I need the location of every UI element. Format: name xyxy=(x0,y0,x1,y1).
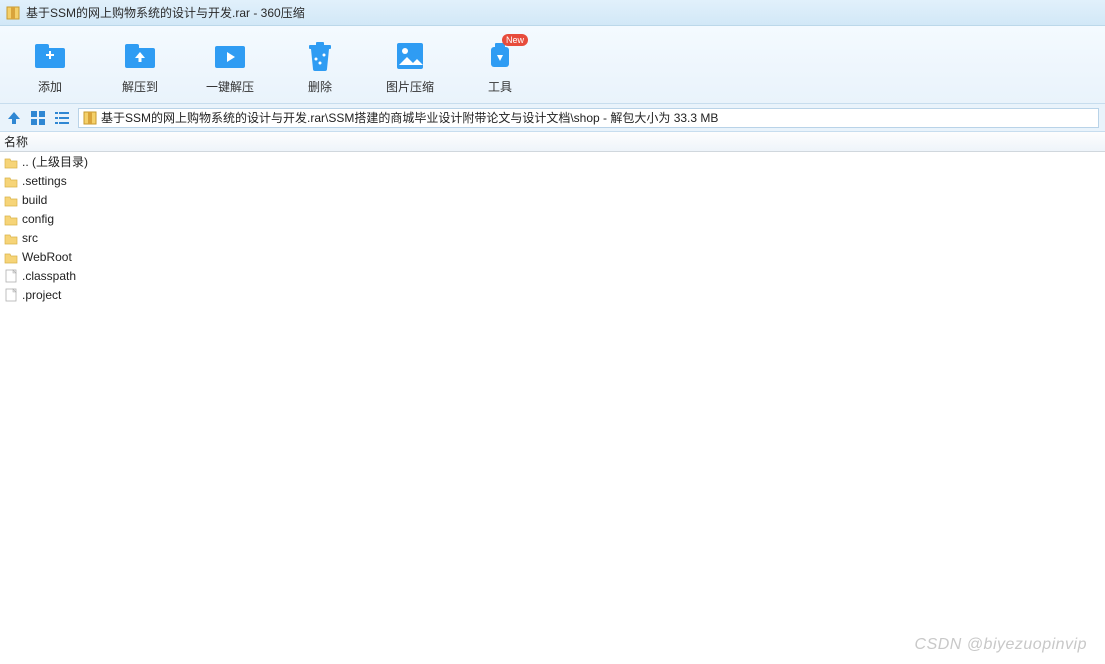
watermark: CSDN @biyezuopinvip xyxy=(915,636,1087,654)
extract-to-label: 解压到 xyxy=(122,78,158,95)
extract-to-button[interactable]: 解压到 xyxy=(112,40,168,95)
file-icon xyxy=(4,269,18,283)
folder-icon xyxy=(4,212,18,226)
add-button[interactable]: 添加 xyxy=(22,40,78,95)
delete-button[interactable]: 删除 xyxy=(292,40,348,95)
file-icon xyxy=(4,288,18,302)
folder-plus-icon xyxy=(33,40,67,72)
folder-icon xyxy=(4,174,18,188)
column-name: 名称 xyxy=(4,133,28,150)
one-click-extract-button[interactable]: 一键解压 xyxy=(202,40,258,95)
view-list-icon xyxy=(54,110,70,126)
file-name: .settings xyxy=(22,174,67,188)
one-click-extract-label: 一键解压 xyxy=(206,78,254,95)
image-compress-button[interactable]: 图片压缩 xyxy=(382,40,438,95)
image-compress-label: 图片压缩 xyxy=(386,78,434,95)
folder-icon xyxy=(4,193,18,207)
view-icons-icon xyxy=(30,110,46,126)
list-item[interactable]: config xyxy=(0,209,1105,228)
folder-play-icon xyxy=(213,40,247,72)
add-label: 添加 xyxy=(38,78,62,95)
list-item[interactable]: .classpath xyxy=(0,266,1105,285)
toolbar: 添加 解压到 一键解压 删除 图片压缩 New 工具 xyxy=(0,26,1105,104)
archive-icon xyxy=(83,111,97,125)
list-item[interactable]: .settings xyxy=(0,171,1105,190)
window-title: 基于SSM的网上购物系统的设计与开发.rar - 360压缩 xyxy=(26,4,305,21)
image-icon xyxy=(393,39,427,73)
file-name: .. (上级目录) xyxy=(22,153,88,170)
tools-label: 工具 xyxy=(488,78,512,95)
folder-icon xyxy=(4,250,18,264)
up-dir-button[interactable] xyxy=(6,110,22,126)
trash-icon xyxy=(303,39,337,73)
path-text: 基于SSM的网上购物系统的设计与开发.rar\SSM搭建的商城毕业设计附带论文与… xyxy=(101,109,718,126)
view-icons-button[interactable] xyxy=(30,110,46,126)
column-header[interactable]: 名称 xyxy=(0,132,1105,152)
folder-icon xyxy=(4,231,18,245)
file-list: .. (上级目录) .settings build config src Web… xyxy=(0,152,1105,304)
folder-icon xyxy=(4,155,18,169)
path-input[interactable]: 基于SSM的网上购物系统的设计与开发.rar\SSM搭建的商城毕业设计附带论文与… xyxy=(78,108,1099,128)
list-item[interactable]: build xyxy=(0,190,1105,209)
list-item[interactable]: .project xyxy=(0,285,1105,304)
up-arrow-icon xyxy=(6,110,22,126)
new-badge: New xyxy=(502,34,528,46)
navbar: 基于SSM的网上购物系统的设计与开发.rar\SSM搭建的商城毕业设计附带论文与… xyxy=(0,104,1105,132)
file-name: WebRoot xyxy=(22,250,72,264)
file-name: .project xyxy=(22,288,61,302)
list-item[interactable]: .. (上级目录) xyxy=(0,152,1105,171)
folder-up-icon xyxy=(123,40,157,72)
list-item[interactable]: WebRoot xyxy=(0,247,1105,266)
file-name: .classpath xyxy=(22,269,76,283)
delete-label: 删除 xyxy=(308,78,332,95)
list-item[interactable]: src xyxy=(0,228,1105,247)
tools-button[interactable]: New 工具 xyxy=(472,40,528,95)
file-name: config xyxy=(22,212,54,226)
file-name: src xyxy=(22,231,38,245)
titlebar: 基于SSM的网上购物系统的设计与开发.rar - 360压缩 xyxy=(0,0,1105,26)
file-name: build xyxy=(22,193,47,207)
view-list-button[interactable] xyxy=(54,110,70,126)
app-icon xyxy=(6,6,20,20)
